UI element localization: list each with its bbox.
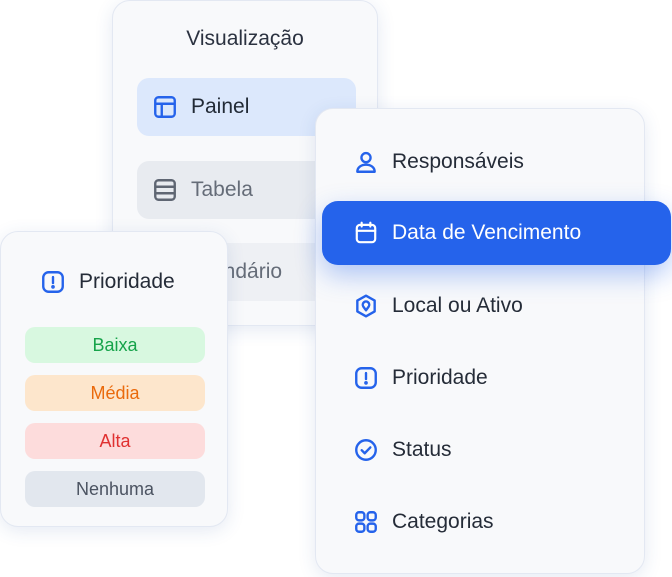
menu-item-responsaveis[interactable]: Responsáveis [352, 145, 524, 179]
view-option-label: Tabela [191, 178, 253, 201]
menu-item-categorias[interactable]: Categorias [352, 505, 494, 539]
priority-panel-title: Prioridade [79, 270, 175, 293]
menu-item-label: Categorias [392, 510, 494, 533]
priority-low-badge[interactable]: Baixa [25, 327, 205, 363]
menu-item-prioridade[interactable]: Prioridade [352, 361, 488, 395]
categories-icon [352, 508, 380, 536]
priority-none-badge[interactable]: Nenhuma [25, 471, 205, 507]
priority-medium-badge[interactable]: Média [25, 375, 205, 411]
layout-icon [151, 93, 179, 121]
menu-item-label: Prioridade [392, 366, 488, 389]
location-asset-icon [352, 292, 380, 320]
table-icon [151, 176, 179, 204]
menu-item-label: Responsáveis [392, 150, 524, 173]
priority-high-badge[interactable]: Alta [25, 423, 205, 459]
menu-item-label: Local ou Ativo [392, 294, 523, 317]
view-option-label: Painel [191, 95, 250, 118]
calendar-icon [352, 219, 380, 247]
menu-item-data-vencimento[interactable]: Data de Vencimento [322, 201, 671, 265]
view-panel-title: Visualização [186, 27, 304, 50]
check-circle-icon [352, 436, 380, 464]
alert-square-icon [39, 268, 67, 296]
group-menu: Responsáveis Local ou Ativo Prioridade S… [315, 108, 645, 574]
menu-item-label: Status [392, 438, 452, 461]
user-icon [352, 148, 380, 176]
priority-panel: Prioridade Baixa Média Alta Nenhuma [0, 231, 228, 527]
menu-item-status[interactable]: Status [352, 433, 452, 467]
priority-panel-header: Prioridade [39, 268, 175, 296]
alert-square-icon [352, 364, 380, 392]
menu-item-local-ativo[interactable]: Local ou Ativo [352, 289, 523, 323]
menu-item-label: Data de Vencimento [392, 221, 582, 244]
